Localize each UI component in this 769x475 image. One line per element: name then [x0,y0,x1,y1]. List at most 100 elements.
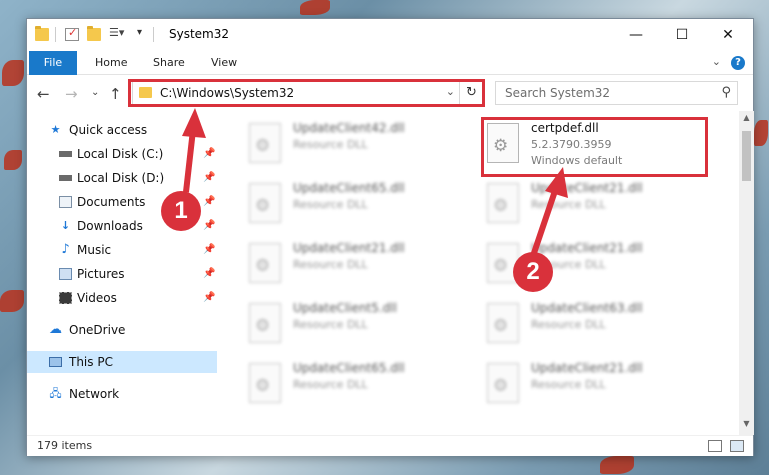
expand-ribbon-icon[interactable]: ⌄ [712,55,721,68]
file-item[interactable]: UpdateClient65.dll Resource DLL [239,179,469,231]
pin-icon[interactable]: 📌 [203,191,215,213]
dll-file-icon [249,363,281,403]
file-type: Resource DLL [293,198,368,211]
scroll-up-icon[interactable]: ▲ [739,113,754,122]
tab-view[interactable]: View [201,51,247,75]
music-icon: ♪ [61,242,70,257]
sidebar-item-label: Quick access [69,123,148,137]
file-type: Resource DLL [531,318,606,331]
search-placeholder: Search System32 [505,86,611,100]
sidebar-item-music[interactable]: ♪ Music 📌 [27,239,217,261]
sidebar-item-quick-access[interactable]: ★ Quick access [27,119,217,141]
vertical-scrollbar[interactable]: ▲ ▼ [739,111,754,435]
file-type: Resource DLL [293,258,368,271]
file-item[interactable]: UpdateClient63.dll Resource DLL [477,299,707,351]
toolbar-dropdown-icon[interactable]: ▾ [137,27,142,38]
sidebar-item-pictures[interactable]: Pictures 📌 [27,263,217,285]
minimize-button[interactable]: — [613,19,659,51]
file-name: UpdateClient63.dll [531,301,643,315]
pin-icon[interactable]: 📌 [203,167,215,189]
tab-home[interactable]: Home [85,51,137,75]
sidebar-item-local-disk-d[interactable]: Local Disk (D:) 📌 [27,167,217,189]
title-bar: ☰▾ ▾ System32 — ☐ ✕ [27,19,753,51]
file-item[interactable]: UpdateClient21.dll Resource DLL [477,179,707,231]
background-leaf [600,456,634,474]
pin-icon[interactable]: 📌 [203,287,215,309]
divider [153,27,154,42]
dll-file-icon [249,123,281,163]
sidebar-item-this-pc[interactable]: This PC [27,351,217,373]
drive-icon [59,175,72,181]
recent-locations-icon[interactable]: ⌄ [91,87,99,98]
sidebar-item-label: Local Disk (C:) [77,147,164,161]
step-2-badge: 2 [513,252,553,292]
sidebar-item-label: Documents [77,195,146,209]
dll-file-icon [487,183,519,223]
details-view-icon[interactable] [708,440,722,452]
help-icon[interactable]: ? [731,56,745,70]
tab-file[interactable]: File [29,51,77,75]
file-type: Resource DLL [531,198,606,211]
close-button[interactable]: ✕ [705,19,751,51]
maximize-button[interactable]: ☐ [659,19,705,51]
search-icon[interactable]: ⚲ [721,85,731,100]
pictures-icon [59,268,72,280]
sidebar-item-label: Music [77,243,112,257]
dll-file-icon [487,303,519,343]
download-icon: ↓ [60,219,71,232]
scroll-down-icon[interactable]: ▼ [739,419,754,428]
file-item[interactable]: UpdateClient21.dll Resource DLL [477,239,707,291]
file-item[interactable]: UpdateClient21.dll Resource DLL [239,239,469,291]
up-arrow-icon[interactable]: ↑ [109,85,122,103]
back-arrow-icon[interactable]: ← [37,85,50,103]
large-icons-view-icon[interactable] [730,440,744,452]
cloud-icon: ☁ [49,322,62,337]
sidebar-item-local-disk-c[interactable]: Local Disk (C:) 📌 [27,143,217,165]
sidebar-item-onedrive[interactable]: ☁ OneDrive [27,319,217,341]
background-leaf [754,120,768,146]
file-item[interactable]: UpdateClient42.dll Resource DLL [239,119,469,171]
file-name: UpdateClient42.dll [293,121,405,135]
properties-icon[interactable] [65,26,79,41]
pin-icon[interactable]: 📌 [203,263,215,285]
search-input[interactable]: Search System32 ⚲ [495,81,738,105]
file-type: Resource DLL [293,318,368,331]
sidebar-item-label: OneDrive [69,323,126,337]
file-item[interactable]: UpdateClient65.dll Resource DLL [239,359,469,411]
new-folder-icon[interactable] [87,26,101,41]
pin-icon[interactable]: 📌 [203,143,215,165]
item-count: 179 items [37,439,93,452]
background-leaf [2,60,24,86]
pin-icon[interactable]: 📌 [203,239,215,261]
dll-file-icon [249,183,281,223]
file-name: UpdateClient65.dll [293,181,405,195]
pin-icon[interactable]: 📌 [203,215,215,237]
divider [55,27,56,42]
background-leaf [4,150,22,170]
customize-toolbar-icon[interactable]: ☰▾ [109,26,124,39]
sidebar-item-videos[interactable]: Videos 📌 [27,287,217,309]
forward-arrow-icon[interactable]: → [65,85,78,103]
file-name: UpdateClient21.dll [531,241,643,255]
navigation-pane: ★ Quick access Local Disk (C:) 📌 Local D… [27,111,217,435]
file-type: Resource DLL [531,378,606,391]
tab-share[interactable]: Share [143,51,195,75]
step-1-badge: 1 [161,191,201,231]
file-item[interactable]: UpdateClient5.dll Resource DLL [239,299,469,351]
file-name: UpdateClient5.dll [293,301,397,315]
file-name: UpdateClient21.dll [531,181,643,195]
address-bar-highlight [128,79,485,107]
network-icon: 🖧 [49,387,62,400]
drive-icon [59,151,72,157]
scrollbar-thumb[interactable] [742,131,751,181]
file-highlight [481,117,708,177]
background-leaf [300,0,330,15]
videos-icon [59,292,72,304]
folder-icon [35,26,49,41]
star-icon: ★ [50,123,61,136]
computer-icon [49,357,62,367]
sidebar-item-network[interactable]: 🖧 Network [27,383,217,405]
file-item[interactable]: UpdateClient21.dll Resource DLL [477,359,707,411]
dll-file-icon [249,243,281,283]
sidebar-item-label: This PC [69,355,113,369]
